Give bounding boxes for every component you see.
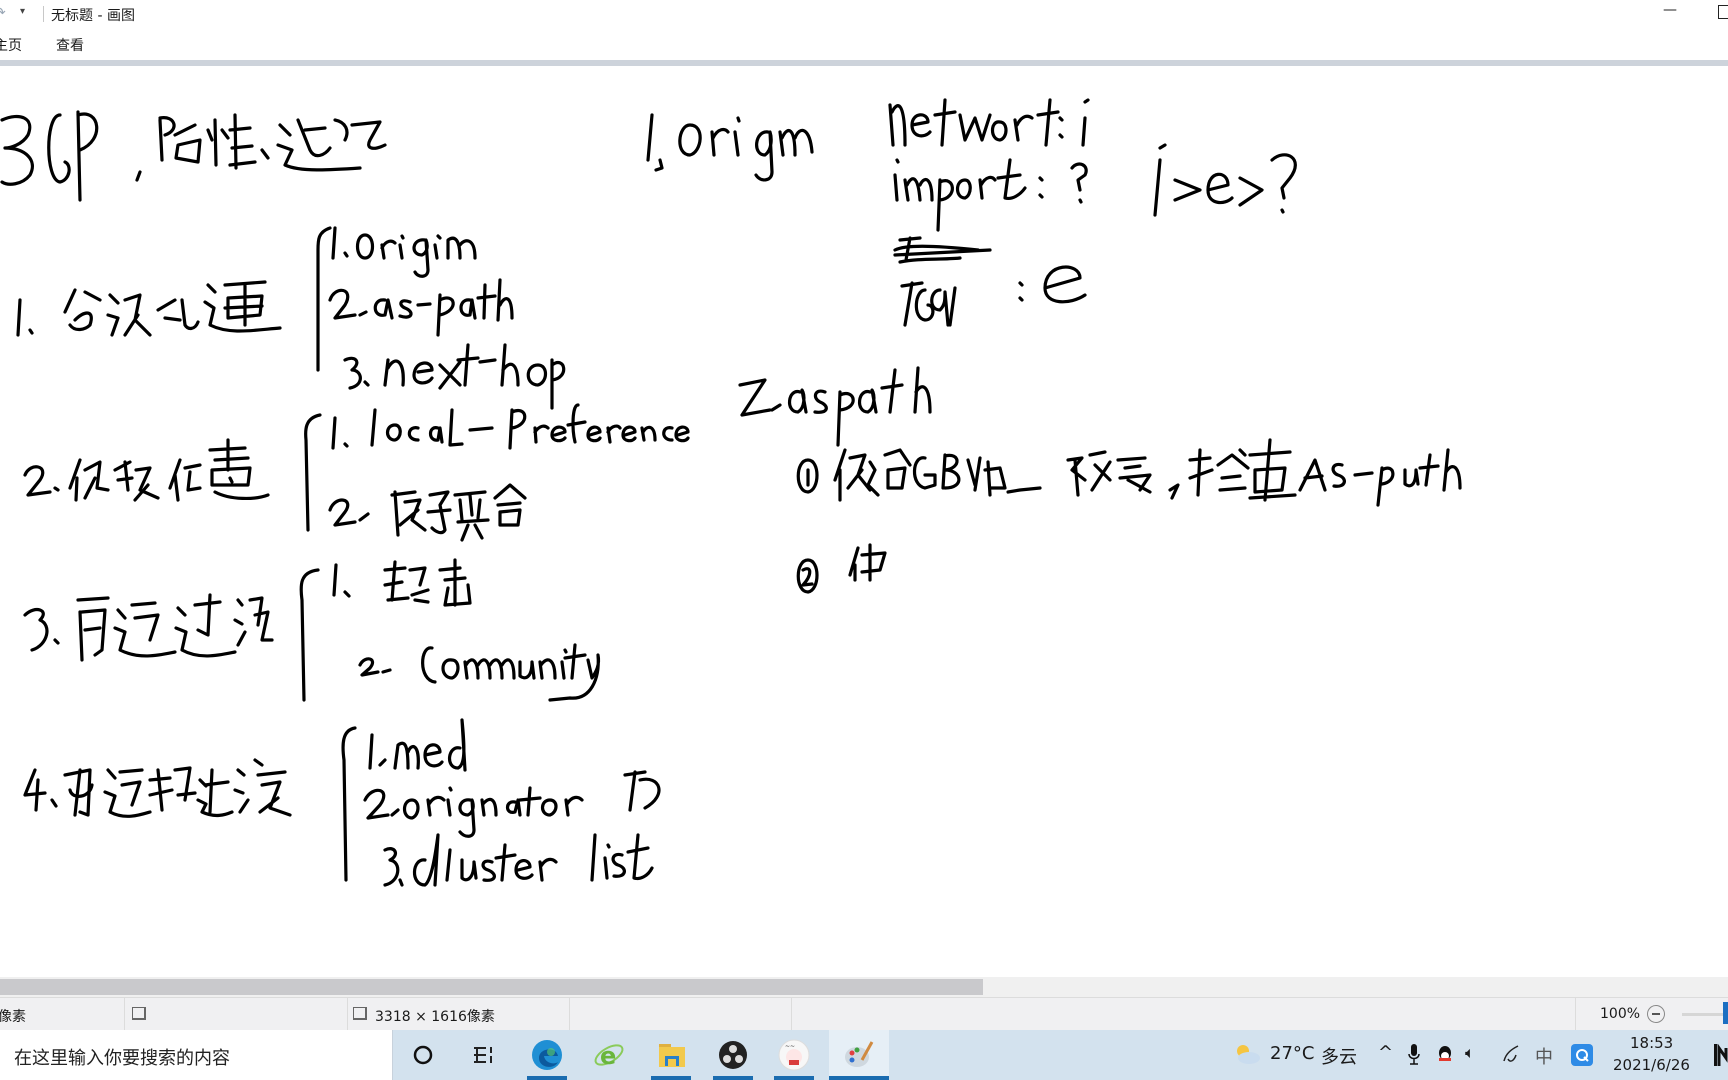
handwriting-layer bbox=[0, 98, 1462, 887]
taskbar-app-ie[interactable]: e bbox=[583, 1030, 635, 1080]
quick-access-dropdown[interactable]: ▾ bbox=[20, 6, 25, 17]
separator bbox=[43, 6, 44, 22]
window-title: 无标题 - 画图 bbox=[51, 8, 135, 24]
category-4-items bbox=[363, 718, 661, 887]
drawing-canvas[interactable] bbox=[0, 66, 1728, 976]
ribbon-tabs: 主页 查看 bbox=[0, 30, 1728, 60]
volume-icon[interactable]: 🔈︎ bbox=[1465, 1043, 1475, 1063]
category-3-items bbox=[332, 558, 601, 702]
selection-icon bbox=[132, 1007, 146, 1020]
note-title bbox=[0, 110, 387, 202]
app-q-icon[interactable] bbox=[1571, 1044, 1593, 1066]
origin-section bbox=[646, 98, 1297, 327]
zoom-slider-thumb[interactable] bbox=[1723, 1002, 1728, 1024]
tab-view[interactable]: 查看 bbox=[56, 35, 84, 55]
weather-condition[interactable]: 多云 bbox=[1321, 1043, 1357, 1069]
status-bar: 像素 3318 × 1616像素 100% bbox=[0, 997, 1728, 1031]
tab-home[interactable]: 主页 bbox=[0, 35, 22, 55]
horizontal-scrollbar[interactable] bbox=[0, 977, 1728, 997]
selection-size-cell bbox=[125, 998, 348, 1031]
qq-icon[interactable] bbox=[1436, 1044, 1454, 1066]
cortana-button[interactable] bbox=[397, 1030, 449, 1080]
taskbar-app-edge[interactable] bbox=[521, 1030, 573, 1080]
taskbar-app-obs[interactable] bbox=[707, 1030, 759, 1080]
svg-text:~~: ~~ bbox=[785, 1043, 795, 1050]
ime-indicator[interactable]: 中 bbox=[1535, 1043, 1553, 1069]
cursor-position-cell: 像素 bbox=[0, 998, 125, 1031]
zoom-out-button[interactable] bbox=[1647, 1005, 1665, 1023]
note-category-2 bbox=[23, 438, 270, 502]
canvas-size-cell: 3318 × 1616像素 bbox=[348, 998, 570, 1031]
cursor-position: 像素 bbox=[0, 1009, 26, 1025]
task-view-button[interactable] bbox=[458, 1030, 510, 1080]
category-1-items bbox=[328, 226, 566, 410]
folder-icon bbox=[659, 1044, 685, 1067]
weather-cloudy-icon bbox=[1237, 1045, 1260, 1064]
avatar-icon: ~~ bbox=[778, 1039, 810, 1071]
file-size-cell bbox=[570, 998, 792, 1031]
paint-palette-icon bbox=[845, 1041, 874, 1067]
taskbar-search-box[interactable]: 在这里输入你要搜索的内容 bbox=[0, 1030, 393, 1080]
notification-icon[interactable] bbox=[1712, 1044, 1728, 1068]
task-view-icon bbox=[474, 1047, 492, 1063]
taskbar: 在这里输入你要搜索的内容 e ~~ 27°C 多云 ^ 🔈︎ 中 18:53 2… bbox=[0, 1030, 1728, 1080]
scrollbar-thumb[interactable] bbox=[0, 979, 983, 995]
clock-date[interactable]: 2021/6/26 bbox=[1613, 1056, 1690, 1074]
edge-icon bbox=[532, 1040, 562, 1070]
aspath-section bbox=[738, 366, 1462, 594]
pen-icon[interactable] bbox=[1500, 1043, 1522, 1065]
bracket-2 bbox=[304, 413, 322, 532]
weather-temp[interactable]: 27°C bbox=[1270, 1043, 1314, 1064]
note-category-1 bbox=[16, 280, 282, 337]
svg-text:e: e bbox=[600, 1042, 616, 1070]
maximize-button[interactable] bbox=[1718, 5, 1728, 19]
bracket-3 bbox=[299, 568, 320, 702]
microphone-icon[interactable] bbox=[1407, 1044, 1421, 1066]
title-bar: ↷ ▾ 无标题 - 画图 — bbox=[0, 0, 1728, 30]
taskbar-app-paint[interactable] bbox=[829, 1030, 889, 1080]
circle-icon bbox=[413, 1045, 433, 1065]
bracket-1 bbox=[316, 226, 332, 372]
note-category-3 bbox=[23, 593, 274, 662]
taskbar-app-file-explorer[interactable] bbox=[645, 1030, 697, 1080]
category-2-items bbox=[328, 403, 690, 542]
show-hidden-icons-chevron-up-icon[interactable]: ^ bbox=[1378, 1042, 1393, 1063]
zoom-level: 100% bbox=[1600, 1006, 1641, 1022]
minimize-button[interactable]: — bbox=[1663, 2, 1677, 18]
obs-icon bbox=[719, 1041, 747, 1069]
search-placeholder: 在这里输入你要搜索的内容 bbox=[14, 1048, 230, 1069]
note-category-4 bbox=[23, 758, 292, 818]
redo-icon[interactable]: ↷ bbox=[0, 5, 10, 21]
zoom-slider[interactable] bbox=[1682, 1013, 1728, 1016]
canvas-size: 3318 × 1616像素 bbox=[375, 1009, 495, 1025]
ie-icon: e bbox=[594, 1042, 624, 1070]
taskbar-app-chat[interactable]: ~~ bbox=[768, 1030, 820, 1080]
status-spacer bbox=[792, 998, 1576, 1031]
bracket-4 bbox=[341, 726, 357, 882]
canvas-size-icon bbox=[353, 1007, 367, 1020]
clock-time[interactable]: 18:53 bbox=[1630, 1034, 1673, 1052]
